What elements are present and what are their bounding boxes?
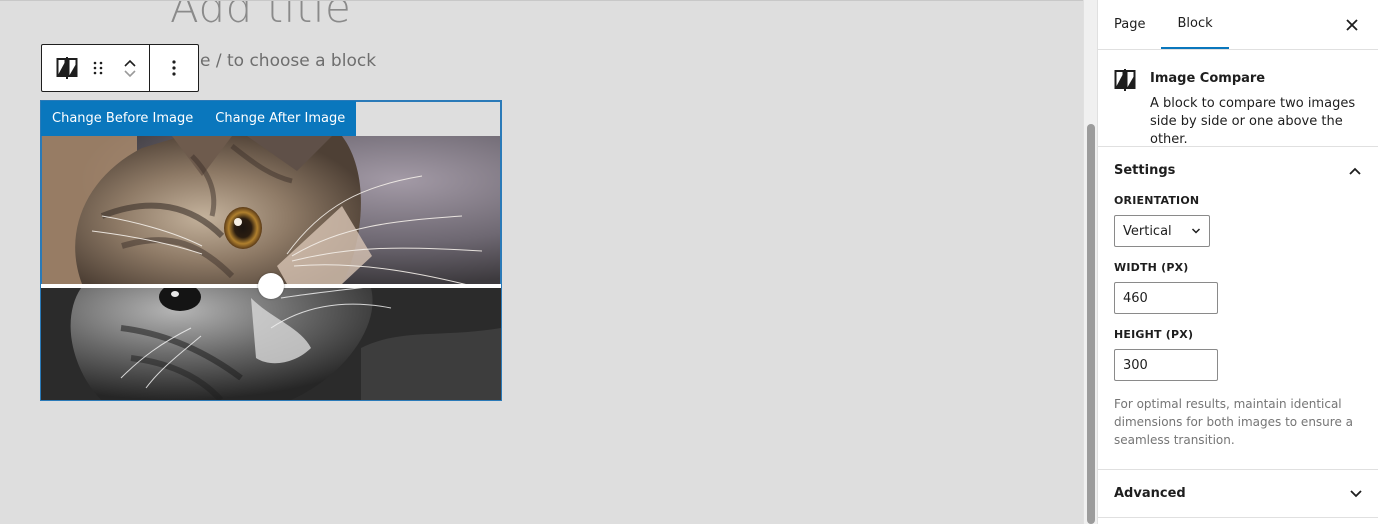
block-appender-hint[interactable]: e / to choose a block bbox=[200, 51, 376, 71]
image-compare-icon bbox=[1114, 68, 1136, 92]
sidebar-header: Page Block bbox=[1098, 0, 1378, 50]
toolbar-group-more bbox=[149, 45, 198, 91]
block-toolbar bbox=[41, 44, 199, 92]
compare-slider-handle[interactable] bbox=[258, 273, 284, 299]
orientation-value: Vertical bbox=[1123, 223, 1172, 239]
before-image bbox=[42, 136, 500, 284]
settings-panel: Settings ORIENTATION Vertical WIDTH (PX)… bbox=[1098, 147, 1378, 470]
chevron-down-icon bbox=[1350, 489, 1362, 497]
change-after-image-button[interactable]: Change After Image bbox=[204, 101, 356, 136]
toolbar-group-block bbox=[42, 45, 149, 91]
height-label: HEIGHT (PX) bbox=[1114, 328, 1194, 341]
editor-canvas: Add title e / to choose a block Change B… bbox=[0, 0, 1083, 524]
block-card-text: Image Compare A block to compare two ima… bbox=[1150, 68, 1362, 147]
tab-block[interactable]: Block bbox=[1161, 0, 1229, 49]
advanced-panel: Advanced bbox=[1098, 469, 1378, 518]
orientation-select[interactable]: Vertical bbox=[1114, 215, 1210, 247]
scrollbar-thumb[interactable] bbox=[1087, 124, 1095, 524]
image-compare-icon[interactable] bbox=[49, 45, 85, 91]
after-image bbox=[41, 288, 501, 400]
change-image-bar: Change Before Image Change After Image bbox=[41, 101, 357, 136]
tab-page[interactable]: Page bbox=[1098, 0, 1161, 49]
settings-panel-title: Settings bbox=[1114, 163, 1176, 178]
width-input[interactable]: 460 bbox=[1114, 282, 1218, 314]
chevron-down-icon bbox=[1191, 228, 1201, 234]
block-card: Image Compare A block to compare two ima… bbox=[1098, 50, 1378, 147]
settings-panel-body: ORIENTATION Vertical WIDTH (PX) 460 HEIG… bbox=[1098, 194, 1378, 469]
advanced-panel-title: Advanced bbox=[1114, 486, 1186, 501]
block-mover bbox=[111, 45, 149, 91]
change-before-image-button[interactable]: Change Before Image bbox=[41, 101, 204, 136]
more-vertical-icon[interactable] bbox=[150, 45, 198, 91]
orientation-label: ORIENTATION bbox=[1114, 194, 1200, 207]
drag-handle-icon[interactable] bbox=[85, 45, 111, 91]
advanced-panel-toggle[interactable]: Advanced bbox=[1098, 470, 1378, 517]
chevron-down-icon[interactable] bbox=[123, 69, 137, 79]
width-label: WIDTH (PX) bbox=[1114, 261, 1189, 274]
settings-panel-toggle[interactable]: Settings bbox=[1098, 147, 1378, 194]
settings-sidebar: Page Block Image Compare A block to comp… bbox=[1097, 0, 1378, 524]
block-card-title: Image Compare bbox=[1150, 71, 1266, 86]
dimensions-help-text: For optimal results, maintain identical … bbox=[1114, 397, 1353, 447]
canvas-scrollbar[interactable] bbox=[1083, 0, 1097, 524]
post-title[interactable]: Add title bbox=[170, 1, 351, 32]
chevron-up-icon bbox=[1349, 167, 1361, 175]
close-icon[interactable] bbox=[1344, 17, 1360, 33]
block-card-description: A block to compare two images side by si… bbox=[1150, 96, 1356, 147]
image-compare-block[interactable]: Change Before Image Change After Image bbox=[40, 100, 502, 401]
chevron-up-icon[interactable] bbox=[123, 58, 137, 68]
height-input[interactable]: 300 bbox=[1114, 349, 1218, 381]
